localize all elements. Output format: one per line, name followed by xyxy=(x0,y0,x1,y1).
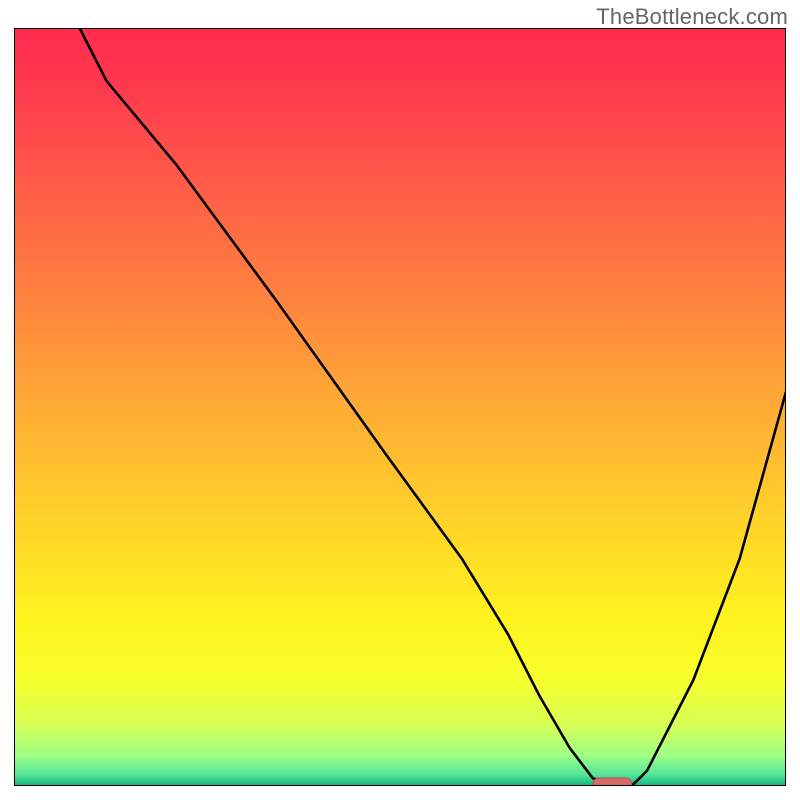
optimum-marker xyxy=(593,778,632,786)
gradient-background xyxy=(14,28,786,786)
bottleneck-chart xyxy=(14,28,786,786)
chart-container: TheBottleneck.com xyxy=(0,0,800,800)
watermark-text: TheBottleneck.com xyxy=(596,4,788,30)
